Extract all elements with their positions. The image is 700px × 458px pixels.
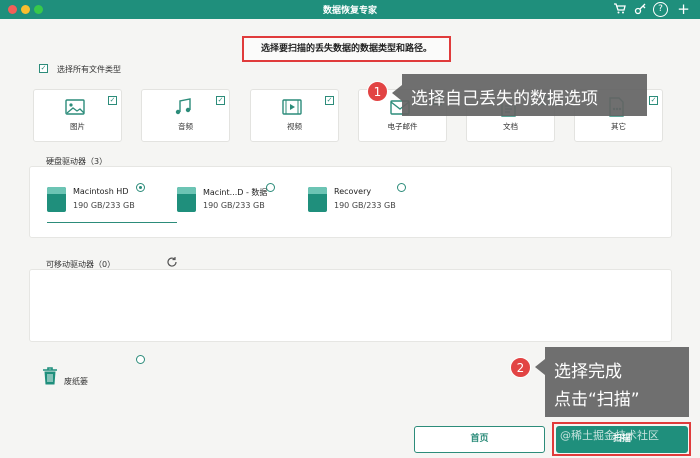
video-icon: [281, 96, 303, 118]
trash-icon: [42, 366, 58, 386]
file-type-label: 视频: [287, 122, 302, 131]
drive-name: Recovery: [334, 187, 372, 196]
select-all-label: 选择所有文件类型: [57, 65, 121, 74]
step2-line2: 点击“扫描”: [554, 390, 640, 410]
removable-drives-panel: [29, 269, 672, 342]
drive-radio-recovery[interactable]: [397, 183, 406, 192]
hard-drive-icon: [47, 187, 66, 212]
drive-macintosh-hd[interactable]: Macintosh HD 190 GB/233 GB: [47, 183, 177, 223]
callout-tail: [535, 359, 545, 375]
file-type-audio[interactable]: ✓ 音频: [141, 89, 230, 142]
file-type-checkbox[interactable]: ✓: [216, 96, 225, 105]
window-title: 数据恢复专家: [322, 6, 377, 16]
hard-drive-icon: [308, 187, 327, 212]
file-type-checkbox[interactable]: ✓: [108, 96, 117, 105]
select-all-checkbox[interactable]: ✓: [39, 64, 48, 73]
trash-radio[interactable]: [136, 355, 145, 364]
file-type-label: 文档: [503, 122, 518, 131]
drive-name: Macintosh HD: [73, 187, 129, 196]
step2-callout: 选择完成 点击“扫描”: [535, 347, 689, 417]
file-type-checkbox[interactable]: ✓: [649, 96, 658, 105]
file-type-label: 电子邮件: [387, 122, 418, 131]
title-bar: 数据恢复专家 ? +: [0, 0, 700, 19]
callout-tail: [392, 85, 402, 101]
hard-drives-panel: Macintosh HD 190 GB/233 GB Macint...D - …: [29, 166, 672, 238]
step1-callout: 选择自己丢失的数据选项: [392, 74, 647, 116]
watermark: @稀土掘金技术社区: [560, 429, 659, 442]
drive-radio-macintosh-data[interactable]: [266, 183, 275, 192]
trash-label: 废纸篓: [64, 377, 88, 386]
drive-name: Macint...D - 数据: [203, 188, 268, 197]
add-button[interactable]: +: [676, 2, 691, 17]
refresh-icon[interactable]: [166, 256, 178, 268]
step2-badge: 2: [510, 357, 531, 378]
file-type-label: 其它: [611, 122, 626, 131]
drive-size: 190 GB/233 GB: [73, 201, 135, 210]
step2-line1: 选择完成: [554, 362, 622, 382]
file-type-checkbox[interactable]: ✓: [325, 96, 334, 105]
music-icon: [172, 96, 194, 118]
key-icon[interactable]: [633, 2, 648, 19]
file-type-image[interactable]: ✓ 图片: [33, 89, 122, 142]
hard-drive-icon: [177, 187, 196, 212]
cart-icon[interactable]: [612, 2, 627, 19]
home-button[interactable]: 首页: [414, 426, 545, 453]
file-type-label: 图片: [70, 122, 85, 131]
step1-text: 选择自己丢失的数据选项: [411, 89, 598, 109]
file-type-video[interactable]: ✓ 视频: [250, 89, 339, 142]
help-button[interactable]: ?: [653, 2, 668, 17]
image-icon: [64, 96, 86, 118]
drive-size: 190 GB/233 GB: [334, 201, 396, 210]
drive-size: 190 GB/233 GB: [203, 201, 265, 210]
drive-radio-macintosh-hd[interactable]: [136, 183, 145, 192]
file-type-label: 音频: [178, 122, 193, 131]
step1-badge: 1: [367, 81, 388, 102]
instruction-banner: 选择要扫描的丢失数据的数据类型和路径。: [242, 36, 451, 62]
